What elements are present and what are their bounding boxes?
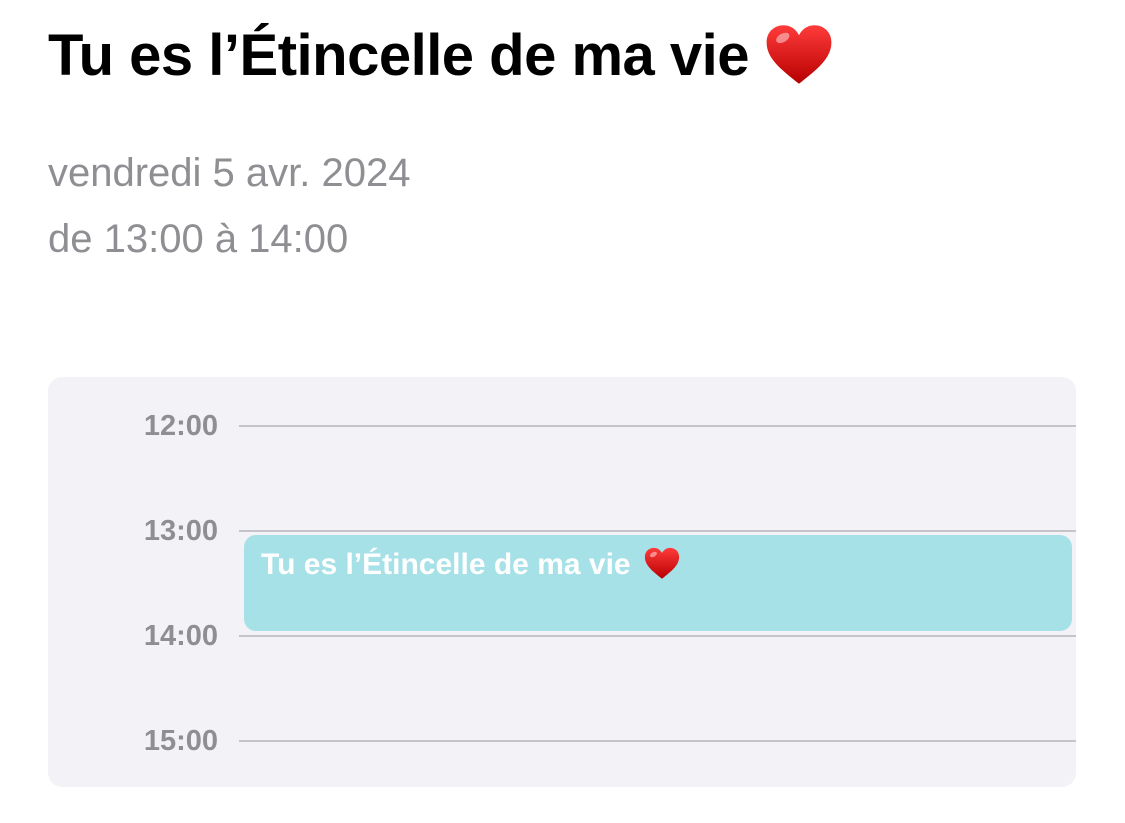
red-heart-icon [644,547,679,579]
hour-label-12: 12:00 [143,410,218,442]
day-timeline-preview: 12:00 13:00 14:00 15:00 Tu es l’Étincell… [48,377,1076,787]
hour-label-13: 13:00 [143,515,218,547]
event-block-title: Tu es l’Étincelle de ma vie [261,547,681,583]
event-title: Tu es l’Étincelle de ma vie [48,20,835,92]
event-title-text: Tu es l’Étincelle de ma vie [48,23,750,88]
hour-label-15: 15:00 [143,725,218,757]
hour-line-14 [239,635,1076,637]
hour-label-14: 14:00 [143,620,218,652]
event-time-range: de 13:00 à 14:00 [48,217,349,261]
red-heart-icon [766,24,832,84]
hour-line-12 [239,425,1076,427]
event-block[interactable]: Tu es l’Étincelle de ma vie [244,535,1072,631]
event-block-title-text: Tu es l’Étincelle de ma vie [261,548,631,581]
hour-line-13 [239,530,1076,532]
hour-line-15 [239,740,1076,742]
event-date: vendredi 5 avr. 2024 [48,151,411,195]
